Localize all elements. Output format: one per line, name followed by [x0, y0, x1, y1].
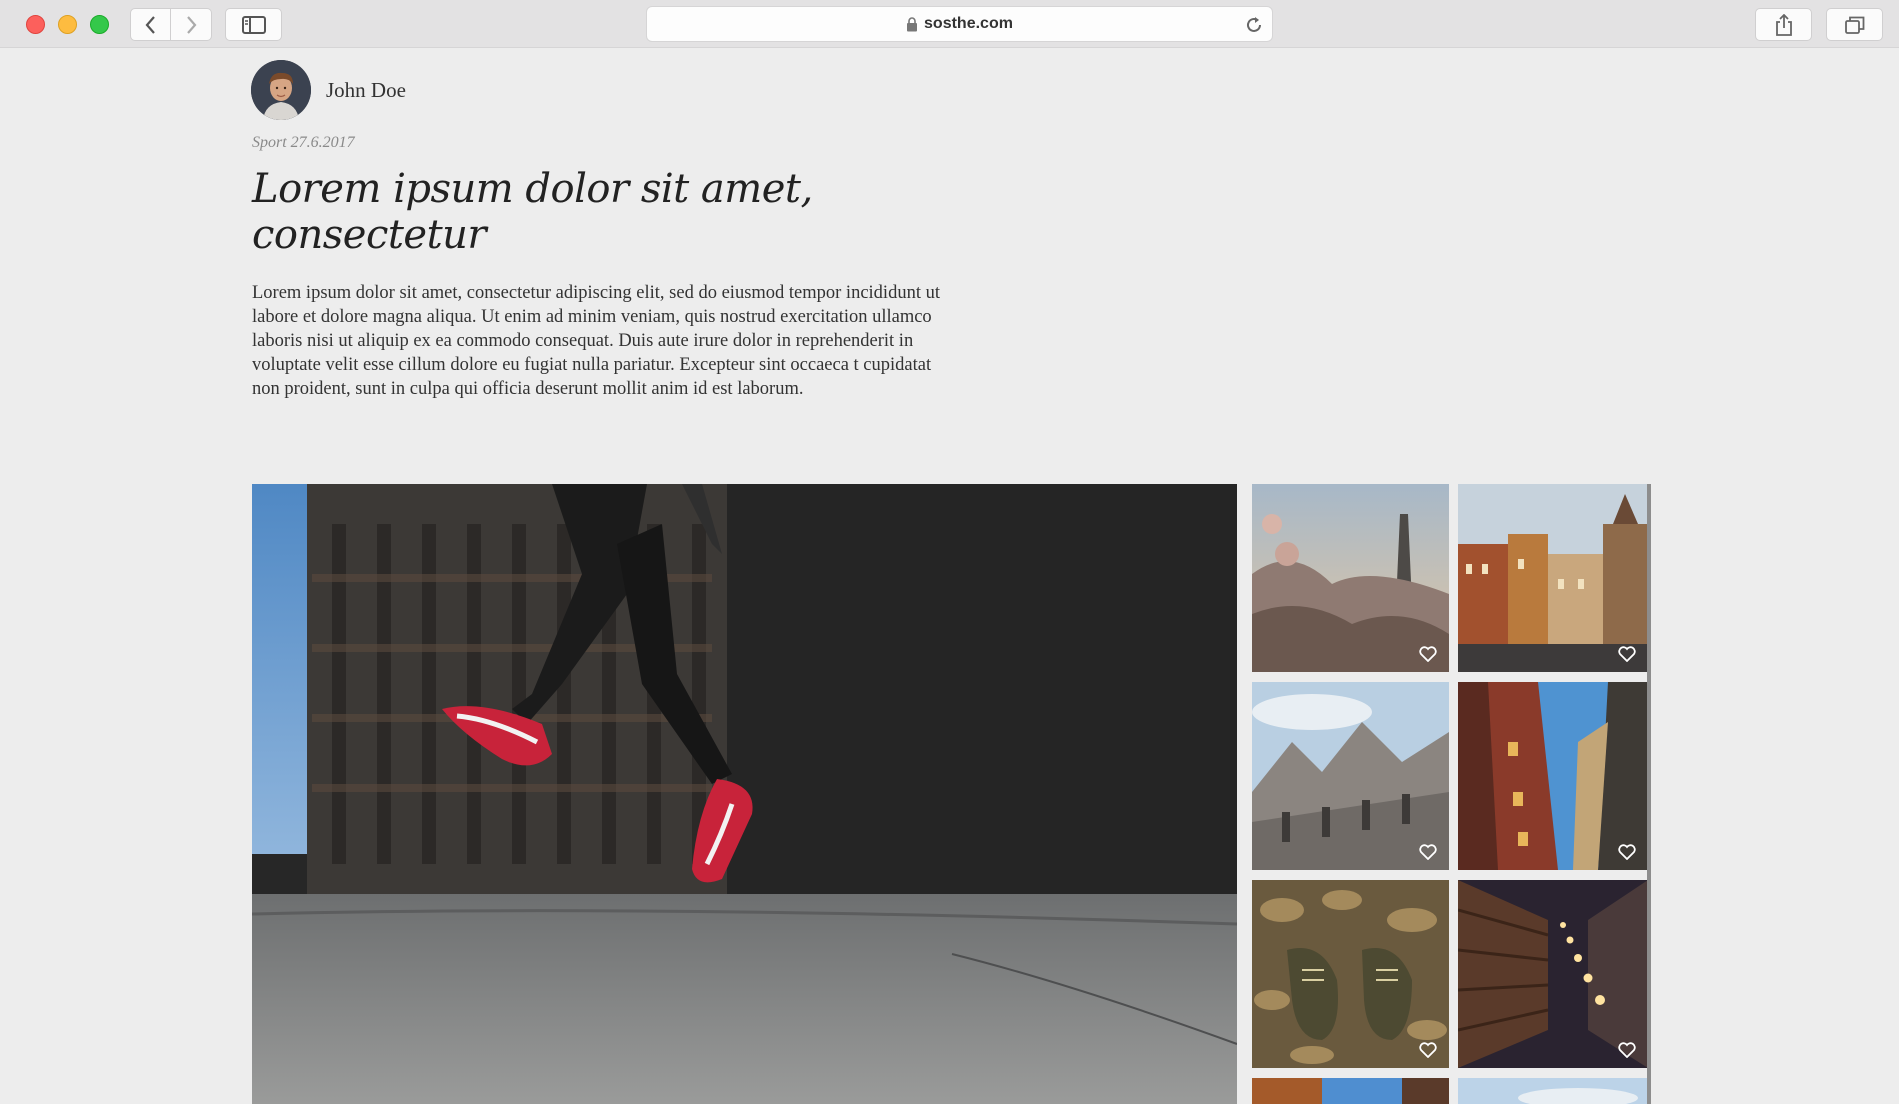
back-button[interactable]	[130, 8, 171, 41]
reload-icon[interactable]	[1244, 15, 1264, 35]
boots-leaves-photo-icon	[1252, 880, 1449, 1068]
cathedral-photo-icon	[1252, 682, 1449, 870]
article-title: Lorem ipsum dolor sit amet, consectetur	[252, 166, 813, 258]
show-tabs-button[interactable]	[1826, 8, 1883, 41]
thumbnail[interactable]	[1252, 484, 1449, 672]
thumbnail[interactable]	[1252, 682, 1449, 870]
library-photo-icon	[1458, 880, 1648, 1068]
heart-icon[interactable]	[1618, 844, 1636, 860]
address-bar[interactable]: sosthe.com	[646, 6, 1273, 42]
share-button[interactable]	[1755, 8, 1812, 41]
obelisk-photo-icon	[1252, 484, 1449, 672]
article-meta: Sport 27.6.2017	[252, 134, 355, 151]
sidebar-toggle-button[interactable]	[225, 8, 282, 41]
heart-icon[interactable]	[1419, 1042, 1437, 1058]
jumping-sneakers-photo-icon	[252, 484, 1237, 1104]
avatar[interactable]	[251, 60, 311, 120]
gallery-scrollbar[interactable]	[1647, 484, 1651, 1104]
sky-photo-icon	[1458, 1078, 1648, 1104]
thumbnail-grid	[1252, 484, 1652, 1104]
hero-image[interactable]	[252, 484, 1237, 1104]
close-window-button[interactable]	[26, 15, 45, 34]
browser-toolbar: sosthe.com	[0, 0, 1899, 48]
chevron-left-icon	[145, 15, 155, 34]
heart-icon[interactable]	[1618, 646, 1636, 662]
thumbnail[interactable]	[1252, 880, 1449, 1068]
thumbnail[interactable]	[1458, 1078, 1648, 1104]
author: John Doe	[251, 60, 406, 120]
thumbnail[interactable]	[1252, 1078, 1449, 1104]
heart-icon[interactable]	[1419, 646, 1437, 662]
old-town-photo-icon	[1458, 484, 1648, 672]
heart-icon[interactable]	[1618, 1042, 1636, 1058]
thumbnail[interactable]	[1458, 484, 1648, 672]
forward-button[interactable]	[171, 8, 212, 41]
thumbnail[interactable]	[1458, 880, 1648, 1068]
author-name[interactable]: John Doe	[326, 78, 406, 103]
narrow-street-photo-icon	[1458, 682, 1648, 870]
zoom-window-button[interactable]	[90, 15, 109, 34]
minimize-window-button[interactable]	[58, 15, 77, 34]
chevron-right-icon	[187, 15, 197, 34]
street-photo-icon	[1252, 1078, 1449, 1104]
share-icon	[1775, 13, 1792, 36]
heart-icon[interactable]	[1419, 844, 1437, 860]
article-body: Lorem ipsum dolor sit amet, consectetur …	[252, 283, 940, 399]
sidebar-icon	[241, 15, 266, 34]
lock-icon	[907, 16, 918, 31]
url-text: sosthe.com	[924, 15, 1013, 32]
author-photo-icon	[251, 60, 311, 120]
thumbnail[interactable]	[1458, 682, 1648, 870]
tabs-icon	[1844, 16, 1864, 34]
